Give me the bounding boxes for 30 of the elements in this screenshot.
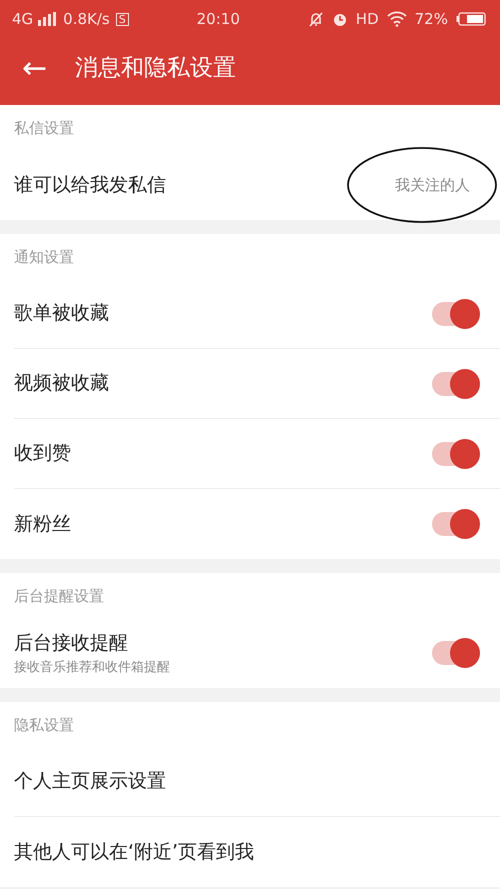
row-label: 歌单被收藏 [14,301,109,326]
page-title: 消息和隐私设置 [75,54,236,84]
row-description: 接收音乐推荐和收件箱提醒 [14,658,170,676]
settings-row[interactable]: 新粉丝 [14,489,500,559]
settings-row[interactable]: 收到赞 [14,419,500,489]
row-label: 其他人可以在‘附近’页看到我 [14,840,254,865]
settings-row[interactable]: 个人主页展示设置 [14,747,500,817]
settings-row[interactable]: 视频被收藏 [14,349,500,419]
clock: 20:10 [196,8,240,30]
sim-icon: S [116,12,129,26]
settings-row[interactable]: 谁可以给我发私信 我关注的人 [14,150,500,220]
battery-percent: 72% [414,8,448,30]
section-title: 私信设置 [14,119,74,137]
network-label: 4G [12,8,34,30]
speed-label: 0.8K/s [63,8,110,30]
settings-row[interactable]: 歌单被收藏 [14,279,500,349]
row-label: 视频被收藏 [14,371,109,396]
row-label: 个人主页展示设置 [14,769,166,794]
section-title: 通知设置 [14,248,74,266]
section-title: 后台提醒设置 [14,587,104,605]
settings-row[interactable]: 其他人可以在‘附近’页看到我 [14,817,500,887]
back-button[interactable]: ← [22,54,48,84]
section-title: 隐私设置 [14,716,74,734]
row-label: 收到赞 [14,441,71,466]
row-label: 新粉丝 [14,512,71,537]
settings-row[interactable]: 后台接收提醒 接收音乐推荐和收件箱提醒 [14,618,500,688]
row-label: 谁可以给我发私信 [14,172,166,198]
row-value: 我关注的人 [395,174,470,196]
hd-label: HD [356,8,379,30]
row-label: 后台接收提醒 [14,631,129,656]
